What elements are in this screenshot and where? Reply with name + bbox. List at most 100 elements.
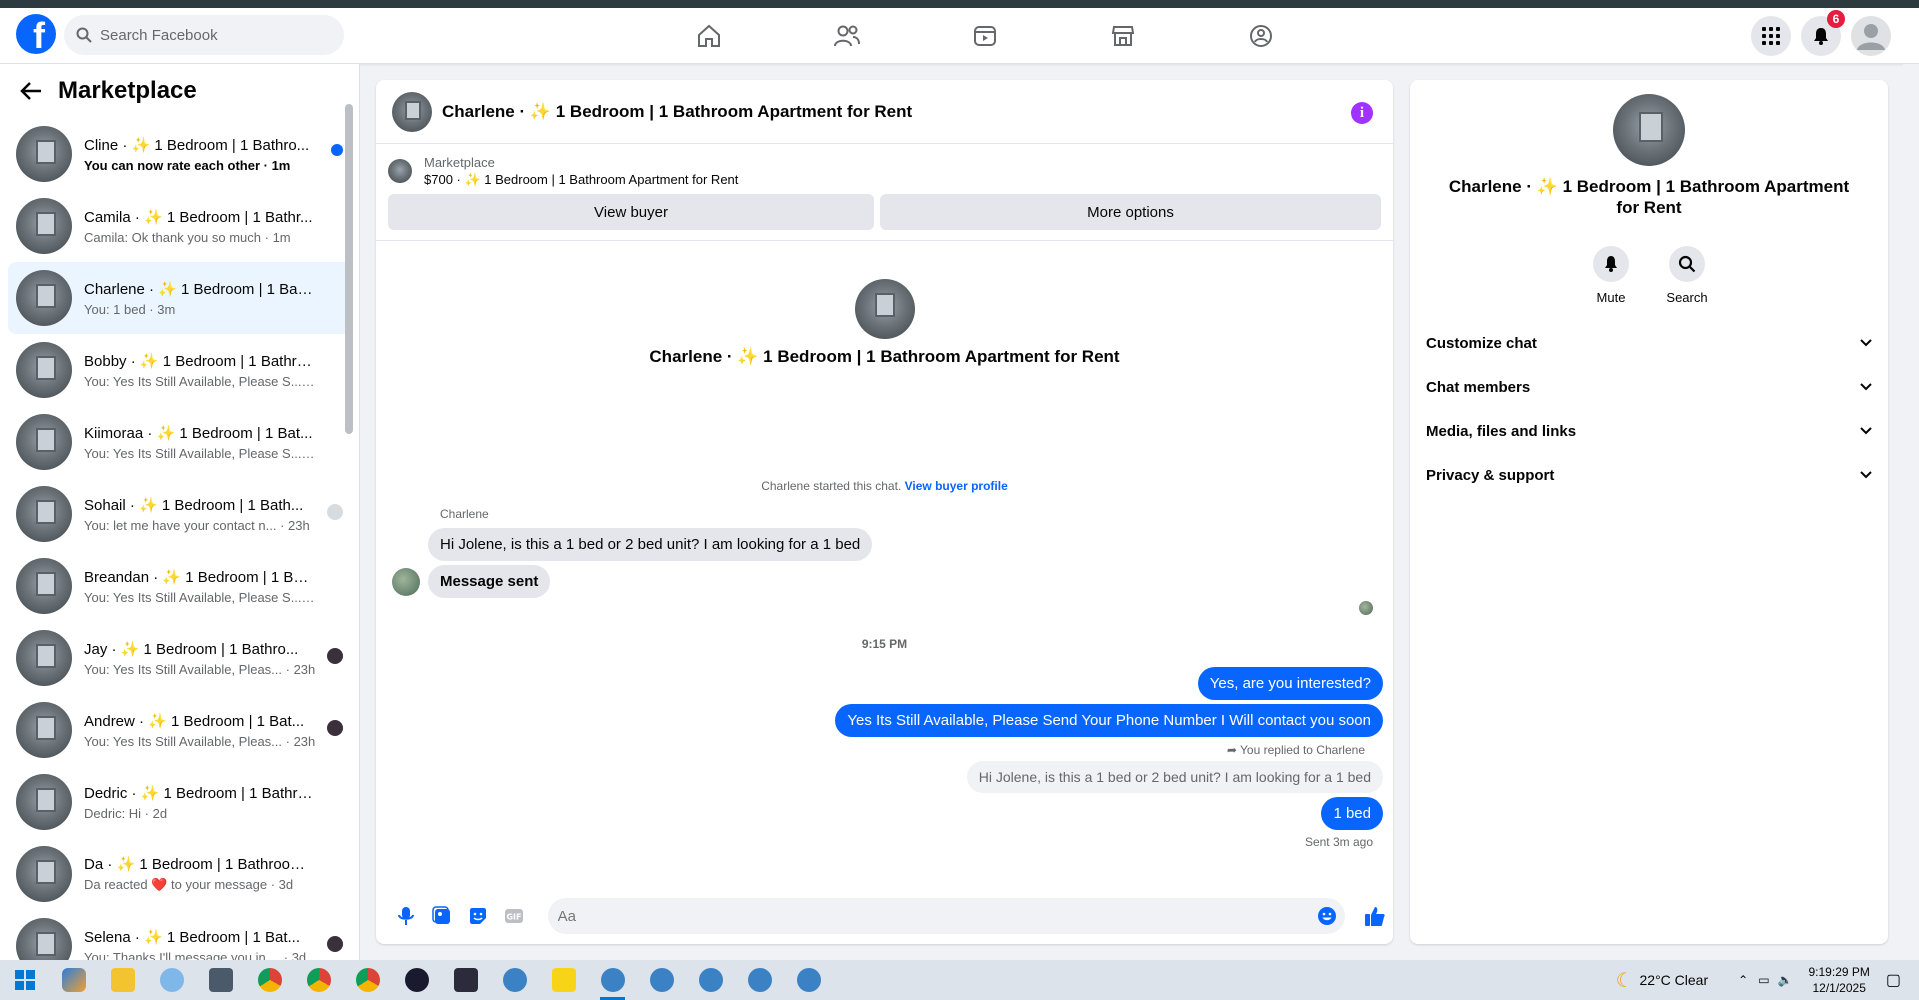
taskbar-chrome[interactable] bbox=[637, 960, 686, 1000]
view-buyer-button[interactable]: View buyer bbox=[388, 194, 875, 230]
quoted-message[interactable]: Hi Jolene, is this a 1 bed or 2 bed unit… bbox=[966, 761, 1383, 793]
chrome-icon bbox=[600, 968, 625, 992]
gif-icon: GIF bbox=[504, 909, 523, 923]
chevron-up-icon[interactable]: ⌃ bbox=[1738, 973, 1748, 987]
weather-widget[interactable]: ☾ 22°C Clear bbox=[1616, 968, 1709, 993]
conversation-preview: You: Yes Its Still Available, Please S..… bbox=[84, 445, 316, 461]
search-icon bbox=[1678, 255, 1696, 273]
info-section[interactable]: Chat members bbox=[1422, 365, 1876, 409]
conversation-item[interactable]: Breandan · ✨ 1 Bedroom | 1 Bat... You: Ye… bbox=[8, 550, 351, 622]
message-text-field[interactable] bbox=[557, 907, 1298, 925]
notifications-button[interactable]: 6 bbox=[1801, 10, 1845, 56]
facebook-logo[interactable]: f bbox=[16, 14, 56, 54]
conversation-item[interactable]: Charlene · ✨ 1 Bedroom | 1 Bath... You: 1… bbox=[8, 262, 351, 334]
notification-center-icon[interactable]: ▢ bbox=[1886, 970, 1901, 990]
conversation-item[interactable]: Jay · ✨ 1 Bedroom | 1 Bathro... You: Yes … bbox=[8, 622, 351, 694]
nav-groups[interactable] bbox=[1192, 8, 1330, 64]
taskbar-chrome[interactable] bbox=[245, 960, 294, 1000]
conversation-item[interactable]: Andrew · ✨ 1 Bedroom | 1 Bat... You: Yes … bbox=[8, 694, 351, 766]
outgoing-message[interactable]: 1 bed bbox=[1321, 797, 1383, 830]
network-icon[interactable]: ▭ bbox=[1758, 973, 1769, 987]
nav-friends[interactable] bbox=[778, 8, 916, 64]
taskbar-app[interactable] bbox=[441, 960, 490, 1000]
search-action[interactable]: Search bbox=[1666, 246, 1708, 305]
taskbar-app[interactable] bbox=[147, 960, 196, 1000]
chat-avatar[interactable] bbox=[392, 91, 432, 132]
bell-icon bbox=[1814, 28, 1828, 45]
conversation-status bbox=[331, 144, 343, 156]
home-icon bbox=[698, 24, 720, 47]
nav-home[interactable] bbox=[640, 8, 778, 64]
taskbar-chrome[interactable] bbox=[343, 960, 392, 1000]
conversation-item[interactable]: Bobby · ✨ 1 Bedroom | 1 Bathro... You: Ye… bbox=[8, 334, 351, 406]
nav-video[interactable] bbox=[916, 8, 1054, 64]
conversation-item[interactable]: Camila · ✨ 1 Bedroom | 1 Bathr... Camila:… bbox=[8, 190, 351, 262]
taskbar-copilot[interactable] bbox=[49, 960, 98, 1000]
moon-icon: ☾ bbox=[1615, 969, 1634, 992]
microphone-icon bbox=[397, 907, 414, 925]
emoji-icon[interactable] bbox=[1317, 906, 1337, 926]
sender-avatar bbox=[392, 568, 420, 596]
listing-avatar bbox=[16, 630, 72, 686]
taskbar-chrome[interactable] bbox=[735, 960, 784, 1000]
taskbar-app[interactable] bbox=[392, 960, 441, 1000]
volume-icon[interactable]: 🔈 bbox=[1778, 973, 1793, 987]
marketplace-sidebar: Marketplace Cline · ✨ 1 Bedroom | 1 Bath… bbox=[0, 64, 360, 960]
taskbar-chrome[interactable] bbox=[686, 960, 735, 1000]
grid-menu-icon bbox=[1762, 27, 1780, 45]
info-section[interactable]: Media, files and links bbox=[1422, 409, 1876, 453]
chat-started-note: Charlene started this chat. View buyer p… bbox=[376, 479, 1393, 493]
conversation-item[interactable]: Da · ✨ 1 Bedroom | 1 Bathroom ... Da reac… bbox=[8, 838, 351, 910]
photo-icon bbox=[432, 906, 450, 924]
sent-status: Sent 3m ago bbox=[1304, 835, 1373, 849]
like-button[interactable] bbox=[1357, 898, 1393, 934]
nav-marketplace[interactable] bbox=[1054, 8, 1192, 64]
voice-clip-button[interactable] bbox=[388, 898, 424, 934]
marketplace-icon bbox=[1111, 26, 1135, 46]
mute-action[interactable]: Mute bbox=[1591, 246, 1631, 305]
message-input[interactable] bbox=[547, 898, 1346, 934]
taskbar-store[interactable] bbox=[196, 960, 245, 1000]
sticker-button[interactable] bbox=[460, 898, 496, 934]
taskbar-chrome[interactable] bbox=[490, 960, 539, 1000]
outgoing-message[interactable]: Yes, are you interested? bbox=[1197, 667, 1383, 700]
view-buyer-profile-link[interactable]: View buyer profile bbox=[905, 479, 1008, 493]
incoming-message[interactable]: Hi Jolene, is this a 1 bed or 2 bed unit… bbox=[428, 528, 873, 561]
info-section[interactable]: Privacy & support bbox=[1422, 453, 1876, 497]
taskbar-chrome[interactable] bbox=[294, 960, 343, 1000]
conversation-item[interactable]: Selena · ✨ 1 Bedroom | 1 Bat... You: Than… bbox=[8, 910, 351, 960]
chat-intro: Charlene · ✨ 1 Bedroom | 1 Bathroom Apar… bbox=[376, 279, 1393, 367]
conversation-item[interactable]: Cline · ✨ 1 Bedroom | 1 Bathro... You can… bbox=[8, 118, 351, 190]
svg-text:GIF: GIF bbox=[506, 913, 521, 922]
taskbar-sticky-notes[interactable] bbox=[539, 960, 588, 1000]
unread-dot bbox=[331, 144, 343, 156]
menu-button[interactable] bbox=[1751, 16, 1791, 56]
sidebar-scrollbar[interactable] bbox=[345, 104, 353, 434]
start-button[interactable] bbox=[0, 960, 49, 1000]
incoming-message[interactable]: Message sent bbox=[428, 565, 551, 598]
info-sections: Customize chat Chat members Media, files a… bbox=[1410, 321, 1888, 497]
outgoing-message[interactable]: Yes Its Still Available, Please Send You… bbox=[835, 704, 1383, 737]
info-icon[interactable]: i bbox=[1351, 102, 1373, 124]
account-button[interactable] bbox=[1851, 16, 1891, 56]
taskbar-file-explorer[interactable] bbox=[98, 960, 147, 1000]
info-section[interactable]: Customize chat bbox=[1422, 321, 1876, 365]
back-arrow-icon[interactable] bbox=[20, 81, 42, 101]
conversation-item[interactable]: Sohail · ✨ 1 Bedroom | 1 Bath... You: let… bbox=[8, 478, 351, 550]
taskbar-chrome[interactable] bbox=[588, 960, 637, 1000]
attach-photo-button[interactable] bbox=[424, 898, 460, 934]
taskbar-chrome[interactable] bbox=[784, 960, 833, 1000]
info-avatar[interactable] bbox=[1613, 94, 1685, 166]
main-nav bbox=[640, 8, 1330, 64]
chrome-icon bbox=[355, 968, 380, 992]
search-facebook-input[interactable]: Search Facebook bbox=[64, 15, 344, 55]
listing-price[interactable]: $700 · ✨ 1 Bedroom | 1 Bathroom Apartmen… bbox=[424, 171, 738, 188]
conversation-item[interactable]: Dedric · ✨ 1 Bedroom | 1 Bathro... Dedric… bbox=[8, 766, 351, 838]
page-scrollbar[interactable] bbox=[1903, 64, 1919, 960]
gif-button[interactable]: GIF bbox=[496, 898, 532, 934]
clock-time: 9:19:29 PM bbox=[1808, 965, 1870, 979]
conversation-item[interactable]: Kiimoraa · ✨ 1 Bedroom | 1 Bat... You: Ye… bbox=[8, 406, 351, 478]
chat-title[interactable]: Charlene · ✨ 1 Bedroom | 1 Bathroom Apar… bbox=[442, 102, 912, 122]
clock[interactable]: 9:19:29 PM 12/1/2025 bbox=[1809, 964, 1870, 996]
more-options-button[interactable]: More options bbox=[880, 194, 1381, 230]
